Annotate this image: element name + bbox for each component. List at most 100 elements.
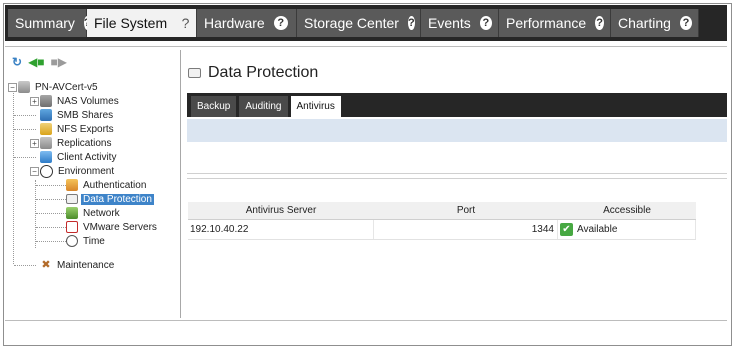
tree-line xyxy=(14,157,36,158)
tree-toolbar: ↻ ◀■ ■▶ xyxy=(12,56,67,68)
back-arrow-icon[interactable]: ◀■ xyxy=(28,56,44,68)
tree-node-smb-shares[interactable]: SMB Shares xyxy=(40,108,115,122)
antivirus-servers-table: Antivirus Server Port Accessible 192.10.… xyxy=(188,202,696,240)
tree-line xyxy=(35,180,36,248)
tree-node-label: SMB Shares xyxy=(57,109,114,121)
help-icon[interactable]: ? xyxy=(679,16,692,30)
sub-tab-bar: Backup Auditing Antivirus xyxy=(187,93,727,117)
refresh-icon[interactable]: ↻ xyxy=(12,56,22,68)
tree-line xyxy=(36,199,66,200)
tree-line xyxy=(36,185,66,186)
tree-line xyxy=(14,115,36,116)
table-row[interactable]: 192.10.40.22 1344 ✔ Available xyxy=(188,220,696,240)
divider xyxy=(187,178,727,179)
tree-node-time[interactable]: Time xyxy=(66,234,107,248)
tree-node-label: Client Activity xyxy=(57,151,117,163)
tree-node-network[interactable]: Network xyxy=(66,206,122,220)
tab-hardware[interactable]: Hardware ? xyxy=(197,9,297,37)
tab-performance[interactable]: Performance ? xyxy=(499,9,611,37)
tab-label: Events xyxy=(428,15,471,31)
expand-toggle[interactable]: + xyxy=(30,97,39,106)
divider xyxy=(187,173,727,174)
tree-node-label: Time xyxy=(83,235,105,247)
tree-node-client-activity[interactable]: Client Activity xyxy=(40,150,118,164)
tree-node-label: Maintenance xyxy=(57,259,115,271)
forward-arrow-icon[interactable]: ■▶ xyxy=(51,56,67,68)
tree-line xyxy=(36,213,66,214)
tree-node-label: VMware Servers xyxy=(83,221,157,233)
nas-volume-icon xyxy=(40,95,52,107)
table-header: Antivirus Server Port Accessible xyxy=(188,202,696,220)
help-icon[interactable]: ? xyxy=(407,16,415,30)
cell-port: 1344 xyxy=(374,220,558,239)
tree-node-label: Network xyxy=(83,207,120,219)
collapse-toggle[interactable]: − xyxy=(30,167,39,176)
tree-node-label: PN-AVCert-v5 xyxy=(35,81,98,93)
help-icon[interactable]: ? xyxy=(595,16,604,30)
page-title: Data Protection xyxy=(188,64,318,82)
tree-node-label: NFS Exports xyxy=(57,123,114,135)
replication-icon xyxy=(40,137,52,149)
help-icon[interactable]: ? xyxy=(479,16,492,30)
tree-node-root[interactable]: PN-AVCert-v5 xyxy=(18,80,100,94)
tab-label: Charting xyxy=(618,15,671,31)
tab-label: File System xyxy=(94,15,168,31)
toolbar-band xyxy=(187,119,727,142)
tab-backup[interactable]: Backup xyxy=(191,96,237,117)
divider xyxy=(5,320,727,321)
network-icon xyxy=(66,207,78,219)
tab-antivirus[interactable]: Antivirus xyxy=(290,96,341,117)
tab-charting[interactable]: Charting ? xyxy=(611,9,699,37)
tab-summary[interactable]: Summary ? xyxy=(8,9,91,37)
tree-node-label: Environment xyxy=(58,165,115,177)
tree-node-nfs-exports[interactable]: NFS Exports xyxy=(40,122,116,136)
tree-node-label: Replications xyxy=(57,137,112,149)
page-title-text: Data Protection xyxy=(208,64,319,81)
help-icon[interactable]: ? xyxy=(273,16,288,30)
accessible-status: Available xyxy=(577,224,618,235)
smb-share-icon xyxy=(40,109,52,121)
navigation-panel: ↻ ◀■ ■▶ − PN-AVCert-v5 + NAS Volumes SMB… xyxy=(6,50,181,318)
check-icon: ✔ xyxy=(560,223,573,236)
cell-server: 192.10.40.22 xyxy=(188,220,374,239)
tab-storage-center[interactable]: Storage Center ? xyxy=(297,9,421,37)
server-icon xyxy=(18,81,30,93)
tab-label: Hardware xyxy=(204,15,265,31)
tree-node-label: NAS Volumes xyxy=(57,95,119,107)
content-panel: Data Protection Backup Auditing Antiviru… xyxy=(182,50,727,318)
authentication-icon xyxy=(66,179,78,191)
tab-label: Storage Center xyxy=(304,15,399,31)
tab-events[interactable]: Events ? xyxy=(421,9,499,37)
top-tab-bar: Summary ? File System ? Hardware ? Stora… xyxy=(5,5,727,41)
tab-file-system[interactable]: File System ? xyxy=(87,9,197,37)
column-header-accessible[interactable]: Accessible xyxy=(558,202,696,219)
client-activity-icon xyxy=(40,151,52,163)
tree-node-authentication[interactable]: Authentication xyxy=(66,178,148,192)
tree-line xyxy=(14,129,36,130)
divider xyxy=(5,46,727,47)
column-header-server[interactable]: Antivirus Server xyxy=(188,202,374,219)
data-protection-icon xyxy=(188,68,201,78)
tab-auditing[interactable]: Auditing xyxy=(239,96,288,117)
cell-accessible: ✔ Available xyxy=(558,220,696,239)
tree-node-maintenance[interactable]: ✖ Maintenance xyxy=(40,258,116,272)
help-icon[interactable]: ? xyxy=(181,15,190,31)
tree-line xyxy=(36,227,66,228)
tree-node-nas-volumes[interactable]: NAS Volumes xyxy=(40,94,121,108)
tree-node-vmware-servers[interactable]: VMware Servers xyxy=(66,220,159,234)
collapse-toggle[interactable]: − xyxy=(8,83,17,92)
data-protection-icon xyxy=(66,194,78,204)
tree-node-data-protection[interactable]: Data Protection xyxy=(66,192,154,206)
tree-line xyxy=(14,265,36,266)
tree-node-environment[interactable]: Environment xyxy=(40,164,116,178)
tab-label: Summary xyxy=(15,15,75,31)
tab-label: Performance xyxy=(506,15,587,31)
expand-toggle[interactable]: + xyxy=(30,139,39,148)
clock-icon xyxy=(66,235,78,247)
tree-node-replications[interactable]: Replications xyxy=(40,136,113,150)
nfs-export-icon xyxy=(40,123,52,135)
column-header-port[interactable]: Port xyxy=(374,202,558,219)
tree-line xyxy=(36,241,66,242)
tree-node-label: Authentication xyxy=(83,179,147,191)
globe-icon xyxy=(40,164,53,178)
